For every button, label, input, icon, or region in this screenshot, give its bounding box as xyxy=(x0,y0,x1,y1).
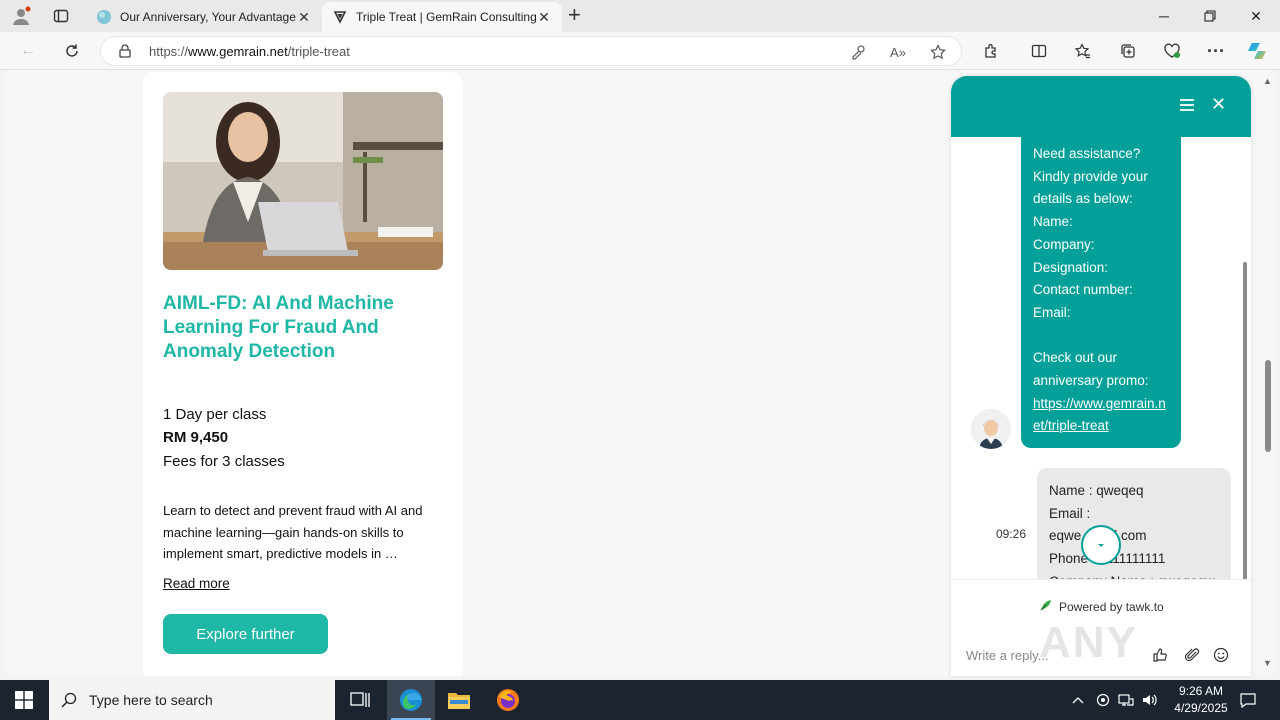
taskbar: Type here to search 9:26 AM 4/29/2025 xyxy=(0,680,1280,720)
extensions-icon[interactable] xyxy=(980,40,1002,62)
gemrain-favicon-icon xyxy=(332,9,348,25)
scroll-down-icon[interactable]: ▼ xyxy=(1263,658,1272,668)
course-description: Learn to detect and prevent fraud with A… xyxy=(163,503,423,561)
tawk-logo-icon xyxy=(1039,598,1053,615)
taskbar-search[interactable]: Type here to search xyxy=(49,680,335,720)
restore-icon[interactable] xyxy=(1187,0,1233,32)
message-line: details as below: xyxy=(1033,191,1133,207)
course-title[interactable]: AIML-FD: AI And Machine Learning For Fra… xyxy=(163,292,443,364)
course-duration: 1 Day per class xyxy=(163,406,267,423)
tab-anniversary[interactable]: Our Anniversary, Your Advantage ✕ xyxy=(86,2,322,32)
attachment-icon[interactable] xyxy=(1183,646,1201,664)
powered-by-text: Powered by tawk.to xyxy=(1059,599,1164,614)
search-icon xyxy=(61,692,77,708)
message-line: Kindly provide your xyxy=(1033,168,1148,184)
close-tab-icon[interactable]: ✕ xyxy=(296,9,312,26)
file-explorer-icon[interactable] xyxy=(435,680,483,720)
message-line: Name: xyxy=(1033,214,1073,230)
read-more-link[interactable]: Read more xyxy=(163,576,230,591)
emoji-icon[interactable] xyxy=(1212,646,1230,664)
user-message-bubble: Name : qweqeq Email : eqwe gmail.com Pho… xyxy=(1037,468,1231,579)
course-price: RM 9,450 xyxy=(163,429,229,446)
clock-date: 4/29/2025 xyxy=(1174,701,1228,715)
address-bar[interactable]: https://www.gemrain.net/triple-treat A» xyxy=(100,36,962,66)
more-options-icon[interactable]: ··· xyxy=(1205,40,1227,62)
tab-strip: Our Anniversary, Your Advantage ✕ Triple… xyxy=(0,0,1280,32)
message-line: anniversary promo: xyxy=(1033,373,1149,389)
browser-essentials-icon[interactable] xyxy=(1161,40,1183,62)
loading-spinner-icon xyxy=(1081,525,1121,565)
message-line xyxy=(1033,325,1169,348)
taskbar-clock[interactable]: 9:26 AM 4/29/2025 xyxy=(1158,683,1244,717)
favorites-icon[interactable] xyxy=(1072,40,1094,62)
hamburger-menu-icon[interactable] xyxy=(1178,96,1196,114)
collections-icon[interactable] xyxy=(1117,40,1139,62)
volume-icon[interactable] xyxy=(1140,680,1160,720)
message-line: Contact number: xyxy=(1033,282,1133,298)
message-line: Name : qweqeq xyxy=(1049,483,1144,498)
message-line: Email : xyxy=(1049,505,1091,521)
chat-footer: Powered by tawk.to ANY RUN Write a reply… xyxy=(951,579,1251,676)
agent-message-bubble: Need assistance? Kindly provide your det… xyxy=(1021,137,1181,448)
message-time: 09:26 xyxy=(996,527,1027,541)
tab-actions-icon[interactable] xyxy=(50,5,72,27)
firefox-icon[interactable] xyxy=(484,680,532,720)
back-icon[interactable]: ← xyxy=(17,40,39,62)
url-text: https://www.gemrain.net/triple-treat xyxy=(149,44,350,59)
thumbs-up-icon[interactable] xyxy=(1151,646,1169,664)
read-aloud-icon[interactable]: A» xyxy=(889,43,907,61)
edge-taskbar-icon[interactable] xyxy=(387,680,435,720)
scrollbar-thumb[interactable] xyxy=(1265,360,1271,452)
search-placeholder: Type here to search xyxy=(89,692,213,708)
message-line: Check out our xyxy=(1033,350,1118,366)
address-bar-row: ← https://www.gemrain.net/triple-treat A… xyxy=(0,32,1280,70)
chat-scrollbar[interactable] xyxy=(1243,262,1247,579)
message-line: Email: xyxy=(1033,304,1071,320)
tab-triple-treat[interactable]: Triple Treat | GemRain Consulting ✕ xyxy=(322,2,562,32)
favorite-star-icon[interactable] xyxy=(929,43,947,61)
webcam-icon[interactable] xyxy=(1093,680,1113,720)
close-tab-icon[interactable]: ✕ xyxy=(536,9,552,26)
chat-close-icon[interactable]: ✕ xyxy=(1211,95,1226,113)
new-tab-icon[interactable]: + xyxy=(568,4,581,26)
network-icon[interactable] xyxy=(1116,680,1136,720)
tab-title: Our Anniversary, Your Advantage xyxy=(120,10,296,24)
clock-time: 9:26 AM xyxy=(1178,684,1224,698)
agent-avatar xyxy=(971,409,1011,449)
course-fees-note: Fees for 3 classes xyxy=(163,453,285,470)
task-view-icon[interactable] xyxy=(336,680,384,720)
message-line: eqwe gmail.com xyxy=(1049,528,1147,544)
promo-link[interactable]: et/triple-treat xyxy=(1033,415,1169,438)
tab-title: Triple Treat | GemRain Consulting xyxy=(356,10,536,24)
chat-messages: Need assistance? Kindly provide your det… xyxy=(951,137,1251,579)
course-card: AIML-FD: AI And Machine Learning For Fra… xyxy=(143,72,463,676)
promo-link[interactable]: https://www.gemrain.n xyxy=(1033,393,1169,416)
explore-further-button[interactable]: Explore further xyxy=(163,614,328,654)
message-line: Company: xyxy=(1033,236,1095,252)
lock-icon[interactable] xyxy=(119,44,131,63)
notifications-icon[interactable] xyxy=(1236,680,1260,720)
message-line: Company Name : qweqeqw xyxy=(1049,571,1219,579)
reply-input[interactable]: Write a reply... xyxy=(966,648,1049,663)
chat-header: ✕ xyxy=(951,76,1251,137)
minimize-icon[interactable]: ─ xyxy=(1141,0,1187,32)
copilot-icon[interactable] xyxy=(1246,40,1268,62)
close-window-icon[interactable]: ✕ xyxy=(1233,0,1279,32)
windows-start-icon[interactable] xyxy=(0,680,48,720)
profile-icon[interactable] xyxy=(10,5,32,27)
tab-favicon-icon xyxy=(96,9,112,25)
page-scrollbar[interactable]: ▲ ▼ xyxy=(1260,70,1276,676)
refresh-icon[interactable] xyxy=(61,40,83,62)
scroll-up-icon[interactable]: ▲ xyxy=(1263,76,1272,86)
message-line: Designation: xyxy=(1033,259,1109,275)
chat-widget: ✕ Need assistance? Kindly provide your d… xyxy=(951,76,1251,676)
show-hidden-icons[interactable] xyxy=(1068,680,1088,720)
password-key-icon[interactable] xyxy=(849,43,867,61)
message-line: Need assistance? xyxy=(1033,146,1141,161)
powered-by[interactable]: Powered by tawk.to xyxy=(1039,598,1164,615)
split-screen-icon[interactable] xyxy=(1028,40,1050,62)
message-line: Phone : 1111111111 xyxy=(1049,551,1166,567)
course-photo xyxy=(163,92,443,270)
